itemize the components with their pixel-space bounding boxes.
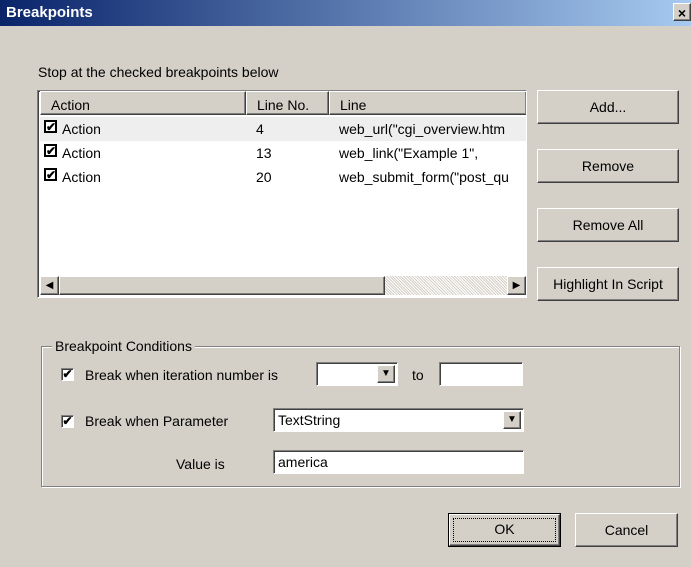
highlight-in-script-button[interactable]: Highlight In Script	[537, 267, 679, 301]
value-is-label: Value is	[176, 456, 225, 472]
column-header-line-no[interactable]: Line No.	[246, 91, 329, 115]
horizontal-scrollbar[interactable]: ◀ ▶	[40, 276, 526, 295]
window-title: Breakpoints	[6, 4, 93, 21]
column-header-action[interactable]: Action	[40, 91, 246, 115]
scroll-right-icon[interactable]: ▶	[507, 276, 526, 295]
scroll-thumb[interactable]	[59, 276, 385, 295]
breakpoints-dialog: Breakpoints × Stop at the checked breakp…	[0, 0, 691, 567]
row-line-no: 13	[256, 145, 272, 161]
row-line-no: 20	[256, 169, 272, 185]
iteration-checkbox[interactable]: ✔	[61, 368, 74, 381]
row-checkbox[interactable]: ✔	[44, 144, 57, 157]
ok-button[interactable]: OK	[448, 513, 561, 547]
iteration-to-input[interactable]	[439, 362, 523, 386]
row-action: Action	[62, 169, 101, 185]
chevron-down-icon[interactable]: ▼	[503, 411, 521, 429]
parameter-label: Break when Parameter	[85, 413, 229, 429]
table-row[interactable]: ✔ Action 20 web_submit_form("post_qu	[40, 165, 526, 189]
row-line: web_submit_form("post_qu	[339, 169, 509, 185]
instruction-label: Stop at the checked breakpoints below	[38, 64, 279, 80]
table-row[interactable]: ✔ Action 4 web_url("cgi_overview.htm	[40, 117, 526, 141]
breakpoints-list[interactable]: Action Line No. Line ✔ Action 4 web_url(…	[37, 90, 527, 298]
row-checkbox[interactable]: ✔	[44, 168, 57, 181]
iteration-label: Break when iteration number is	[85, 367, 278, 383]
scroll-track[interactable]	[385, 276, 507, 295]
row-line: web_url("cgi_overview.htm	[339, 121, 506, 137]
cancel-button[interactable]: Cancel	[575, 513, 678, 547]
scroll-left-icon[interactable]: ◀	[40, 276, 59, 295]
row-line-no: 4	[256, 121, 264, 137]
close-icon[interactable]: ×	[673, 3, 691, 21]
column-header-line[interactable]: Line	[329, 91, 526, 115]
value-input[interactable]: america	[273, 450, 524, 474]
title-bar[interactable]: Breakpoints ×	[0, 0, 691, 26]
remove-all-button[interactable]: Remove All	[537, 208, 679, 242]
iteration-from-select[interactable]: ▼	[316, 362, 398, 386]
chevron-down-icon[interactable]: ▼	[377, 365, 395, 383]
breakpoint-conditions-legend: Breakpoint Conditions	[52, 338, 195, 354]
parameter-select-value: TextString	[278, 412, 341, 428]
remove-button[interactable]: Remove	[537, 149, 679, 183]
list-header: Action Line No. Line	[38, 91, 526, 115]
iteration-to-label: to	[412, 367, 424, 383]
row-action: Action	[62, 121, 101, 137]
row-action: Action	[62, 145, 101, 161]
row-checkbox[interactable]: ✔	[44, 120, 57, 133]
add-button[interactable]: Add...	[537, 90, 679, 124]
table-row[interactable]: ✔ Action 13 web_link("Example 1",	[40, 141, 526, 165]
row-line: web_link("Example 1",	[339, 145, 479, 161]
parameter-checkbox[interactable]: ✔	[61, 415, 74, 428]
parameter-select[interactable]: TextString ▼	[273, 408, 524, 432]
ok-button-label: OK	[494, 521, 515, 537]
